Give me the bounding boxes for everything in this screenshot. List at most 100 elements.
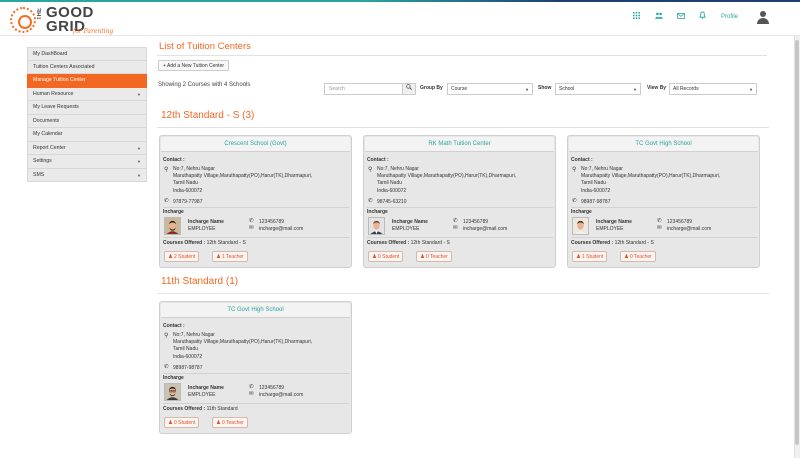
sidebar-item-label: Report Center <box>33 144 66 151</box>
teachers-button[interactable]: ♟0 Teacher <box>212 417 248 428</box>
students-button[interactable]: ♟0 Student <box>368 251 404 262</box>
teachers-button[interactable]: ♟0 Teacher <box>416 251 452 262</box>
courses-offered: Courses Offered : 12th Standard - S <box>571 240 654 246</box>
sidebar-menu: My DashBoard Tuition Centers Associated Ma… <box>27 47 147 182</box>
incharge-name-label: Incharge Name <box>596 219 632 225</box>
mail-icon[interactable] <box>673 9 689 25</box>
map-pin-icon: ⚲ <box>368 167 373 173</box>
section-title: 11th Standard (1) <box>161 276 239 287</box>
incharge-label: Incharge <box>367 209 388 215</box>
sidebar-item[interactable]: My DashBoard <box>27 47 147 61</box>
sidebar-item[interactable]: Report Center ▼ <box>27 141 147 155</box>
group-by-select[interactable]: Course ▼ <box>447 83 533 95</box>
users-icon[interactable] <box>651 9 667 25</box>
card-divider <box>163 373 349 374</box>
address: No:7, Nehru Nagar Maruthapatty Village,Ma… <box>377 166 516 195</box>
incharge-label: Incharge <box>571 209 592 215</box>
sidebar-item[interactable]: My Leave Requests <box>27 101 147 115</box>
card-title-link[interactable]: RK Math Tuition Center <box>365 137 554 152</box>
sidebar-item[interactable]: Human Resource ▼ <box>27 87 147 101</box>
address-line: No:7, Nehru Nagar <box>377 166 419 172</box>
teachers-button[interactable]: ♟1 Teacher <box>212 251 248 262</box>
logo-sun-icon <box>10 7 36 33</box>
phone-icon: ✆ <box>164 198 169 204</box>
group-by-label: Group By <box>420 85 443 91</box>
top-nav: Profile <box>623 9 770 25</box>
phone-icon: ✆ <box>164 364 169 370</box>
address-line: Tamil Nadu <box>377 180 403 187</box>
teachers-count: 0 Teacher <box>425 254 448 260</box>
courses-label: Courses Offered : <box>367 240 410 246</box>
sidebar-item[interactable]: My Calendar <box>27 128 147 142</box>
sidebar-item-label: Tuition Centers Associated <box>33 63 95 70</box>
user-icon: ♟ <box>576 254 581 260</box>
address-line: No:7, Nehru Nagar <box>173 166 215 172</box>
user-avatar-icon[interactable] <box>756 10 770 24</box>
address-line: Maruthapatty Village,Maruthapatty(PO),Ha… <box>173 339 313 346</box>
result-summary: Showing 2 Courses with 4 Schools <box>158 82 251 88</box>
grid-icon[interactable] <box>629 9 645 25</box>
teachers-count: 0 Teacher <box>629 254 652 260</box>
view-by-value: All Records <box>673 86 699 92</box>
incharge-name: EMPLOYEE <box>188 392 216 398</box>
courses-value: 11th Standard <box>206 406 238 412</box>
scrollbar-thumb[interactable] <box>795 40 799 445</box>
chevron-down-icon: ▼ <box>137 172 141 178</box>
teachers-count: 1 Teacher <box>221 254 244 260</box>
brand-logo[interactable]: THE GOOD GRID for Parenting <box>10 5 120 35</box>
add-tuition-center-button[interactable]: + Add a New Tuition Center <box>158 60 230 71</box>
chevron-down-icon: ▼ <box>137 91 141 97</box>
contact-label: Contact : <box>571 157 593 163</box>
teachers-button[interactable]: ♟0 Teacher <box>620 251 656 262</box>
incharge-email[interactable]: incharge@mail.com <box>667 226 711 232</box>
incharge-name-label: Incharge Name <box>188 385 224 391</box>
incharge-email[interactable]: incharge@mail.com <box>259 226 303 232</box>
group-by-value: Course <box>451 86 468 92</box>
user-icon: ♟ <box>372 254 377 260</box>
card-title-link[interactable]: Crescent School (Govt) <box>161 137 350 152</box>
incharge-email[interactable]: incharge@mail.com <box>259 392 303 398</box>
map-pin-icon: ⚲ <box>164 167 169 173</box>
sidebar-item[interactable]: Settings ▼ <box>27 155 147 169</box>
bell-icon[interactable] <box>695 9 711 25</box>
card-divider <box>163 403 349 404</box>
students-button[interactable]: ♟0 Student <box>164 417 200 428</box>
sidebar-item[interactable]: Manage Tuition Center <box>27 74 147 88</box>
address: No:7, Nehru Nagar Maruthapatty Village,Ma… <box>173 332 312 361</box>
sidebar-item-label: Manage Tuition Center <box>33 77 86 83</box>
view-by-select[interactable]: All Records ▼ <box>669 83 757 95</box>
incharge-phone: 123456789 <box>259 219 285 225</box>
tuition-center-card: TC Govt High School Contact : ⚲ No:7, Nehru… <box>159 301 352 434</box>
chevron-down-icon: ▼ <box>525 87 529 92</box>
address-line: No:7, Nehru Nagar <box>173 332 215 338</box>
incharge-label: Incharge <box>163 209 184 215</box>
address-line: Tamil Nadu <box>173 180 199 187</box>
students-button[interactable]: ♟2 Student <box>164 251 200 262</box>
card-title-link[interactable]: TC Govt High School <box>569 137 758 152</box>
students-count: 1 Student <box>581 254 604 260</box>
top-bar: THE GOOD GRID for Parenting Profile <box>0 0 800 36</box>
user-icon: ♟ <box>216 254 221 260</box>
card-divider <box>163 207 349 208</box>
section-divider <box>157 127 769 128</box>
address-line: India-600072 <box>377 187 407 194</box>
incharge-name: EMPLOYEE <box>188 226 216 232</box>
show-select[interactable]: School ▼ <box>555 83 641 95</box>
students-count: 2 Student <box>173 254 196 260</box>
address-line: No:7, Nehru Nagar <box>581 166 623 172</box>
incharge-avatar <box>368 217 385 235</box>
card-title-link[interactable]: TC Govt High School <box>161 303 350 318</box>
address-line: India-600072 <box>173 187 203 194</box>
search-button[interactable] <box>402 83 416 95</box>
section-divider <box>157 293 769 294</box>
chevron-down-icon: ▼ <box>137 145 141 151</box>
phone-icon: ✆ <box>249 218 254 224</box>
courses-value: 12th Standard - S <box>614 240 654 246</box>
sidebar-item[interactable]: Tuition Centers Associated <box>27 60 147 74</box>
sidebar-item[interactable]: SMS ▼ <box>27 168 147 182</box>
sidebar-item[interactable]: Documents <box>27 114 147 128</box>
profile-link[interactable]: Profile <box>721 14 738 20</box>
incharge-email[interactable]: incharge@mail.com <box>463 226 507 232</box>
address: No:7, Nehru Nagar Maruthapatty Village,Ma… <box>173 166 312 195</box>
students-button[interactable]: ♟1 Student <box>572 251 608 262</box>
